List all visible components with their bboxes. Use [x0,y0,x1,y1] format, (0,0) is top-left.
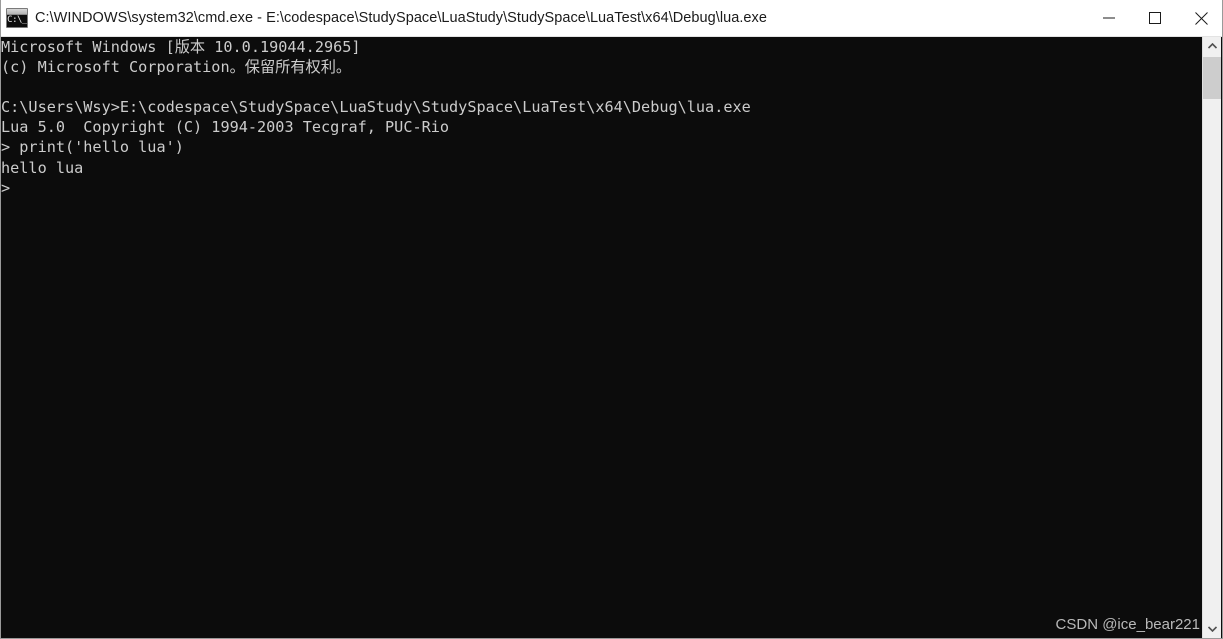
close-button[interactable] [1178,0,1222,37]
window-title: C:\WINDOWS\system32\cmd.exe - E:\codespa… [35,10,767,26]
chevron-down-icon [1207,626,1217,632]
vertical-scrollbar[interactable] [1202,37,1221,638]
title-bar[interactable]: C:\_ C:\WINDOWS\system32\cmd.exe - E:\co… [1,0,1222,37]
scroll-up-arrow[interactable] [1203,37,1221,55]
cmd-icon: C:\_ [6,8,28,28]
scrollbar-thumb[interactable] [1203,57,1221,99]
close-icon [1194,11,1208,25]
window-controls [1086,0,1222,37]
scroll-down-arrow[interactable] [1203,620,1221,638]
maximize-button[interactable] [1132,0,1178,37]
minimize-icon [1103,17,1115,19]
cmd-icon-glyph: C:\_ [7,15,27,25]
minimize-button[interactable] [1086,0,1132,37]
chevron-up-icon [1207,43,1217,49]
console-output-area[interactable]: Microsoft Windows [版本 10.0.19044.2965] (… [1,37,1204,638]
maximize-icon [1149,12,1161,24]
cmd-window: C:\_ C:\WINDOWS\system32\cmd.exe - E:\co… [0,0,1223,639]
console-text: Microsoft Windows [版本 10.0.19044.2965] (… [1,38,751,197]
